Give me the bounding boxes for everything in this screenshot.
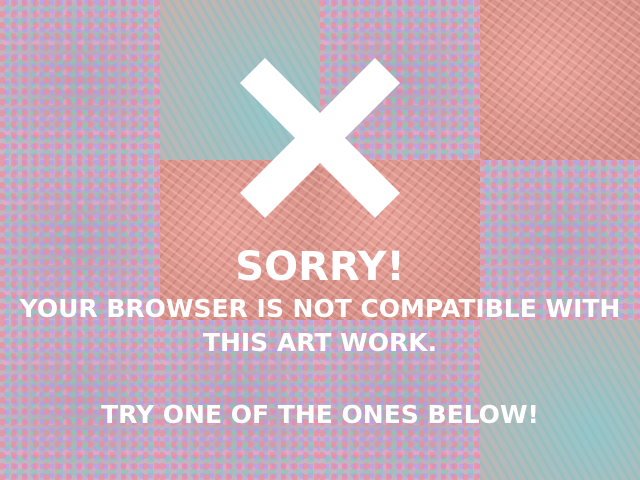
close-x-icon (240, 58, 400, 218)
incompatibility-line: THIS ART WORK. (202, 328, 438, 357)
sorry-heading: SORRY! (235, 244, 405, 290)
incompatibility-line: YOUR BROWSER IS NOT COMPATIBLE WITH (19, 294, 621, 323)
browser-suggestion: TRY ONE OF THE ONES BELOW! (101, 400, 539, 429)
incompatibility-message: YOUR BROWSER IS NOT COMPATIBLE WITH THIS… (0, 292, 640, 360)
